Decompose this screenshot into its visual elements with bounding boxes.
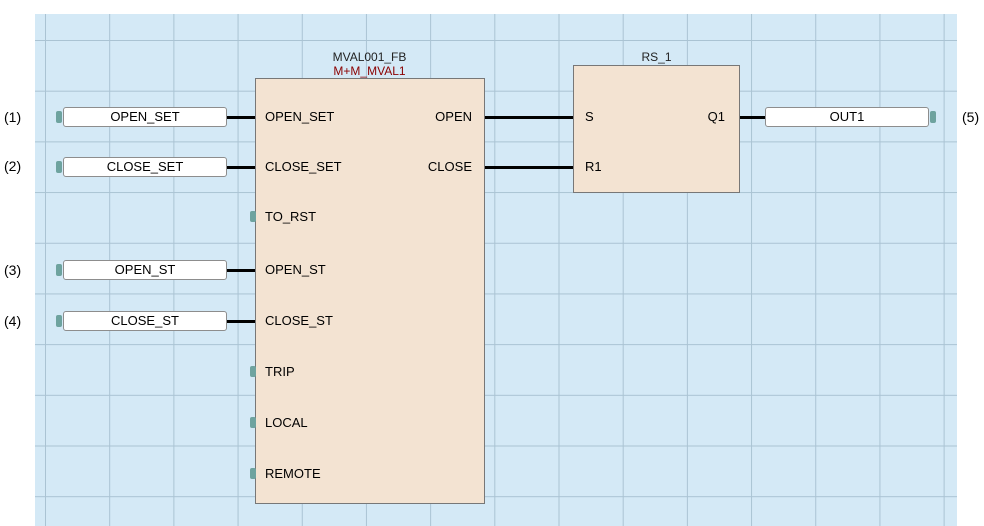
var-pin [56,161,62,173]
fb-main-input-open-set: OPEN_SET [265,109,335,124]
fb-main-input-close-st: CLOSE_ST [265,313,333,328]
function-block-rs[interactable]: S R1 Q1 [573,65,740,193]
fb-main-input-local: LOCAL [265,415,308,430]
wire-open-to-s [484,116,573,119]
pin-remote[interactable] [250,468,256,479]
fb-main-input-close-set: CLOSE_SET [265,159,342,174]
input-var-close-st[interactable]: CLOSE_ST [56,311,227,331]
wire-close-st [227,320,255,323]
marker-3: (3) [4,262,22,278]
marker-5: (5) [962,109,980,125]
pin-trip[interactable] [250,366,256,377]
fb-main-input-remote: REMOTE [265,466,321,481]
fb-main-output-open: OPEN [435,109,472,124]
fb-rs-instance-name: RS_1 [641,50,672,64]
var-pin [930,111,936,123]
fb-rs-input-s: S [585,109,594,124]
input-var-open-set[interactable]: OPEN_SET [56,107,227,127]
wire-open-set [227,116,255,119]
marker-4: (4) [4,313,22,329]
wire-q1-to-out1 [740,116,765,119]
pin-local[interactable] [250,417,256,428]
var-pin [56,264,62,276]
marker-2: (2) [4,158,22,174]
fb-main-input-open-st: OPEN_ST [265,262,326,277]
fb-main-type-name: M+M_MVAL1 [333,64,406,78]
fb-main-output-close: CLOSE [427,159,472,174]
var-pin [56,111,62,123]
wire-open-st [227,269,255,272]
fb-main-input-trip: TRIP [265,364,295,379]
fb-main-instance-name: MVAL001_FB [332,50,407,64]
wire-close-to-r1 [484,166,573,169]
fb-main-input-to-rst: TO_RST [265,209,317,224]
fb-rs-input-r1: R1 [585,159,602,174]
marker-1: (1) [4,109,22,125]
fb-rs-output-q1: Q1 [707,109,725,124]
var-pin [56,315,62,327]
pin-to-rst[interactable] [250,211,256,222]
output-var-out1[interactable]: OUT1 [765,107,936,127]
input-var-close-set[interactable]: CLOSE_SET [56,157,227,177]
wire-close-set [227,166,255,169]
function-block-mval[interactable]: OPEN_SET CLOSE_SET TO_RST OPEN_ST CLOSE_… [250,78,485,504]
input-var-open-st[interactable]: OPEN_ST [56,260,227,280]
